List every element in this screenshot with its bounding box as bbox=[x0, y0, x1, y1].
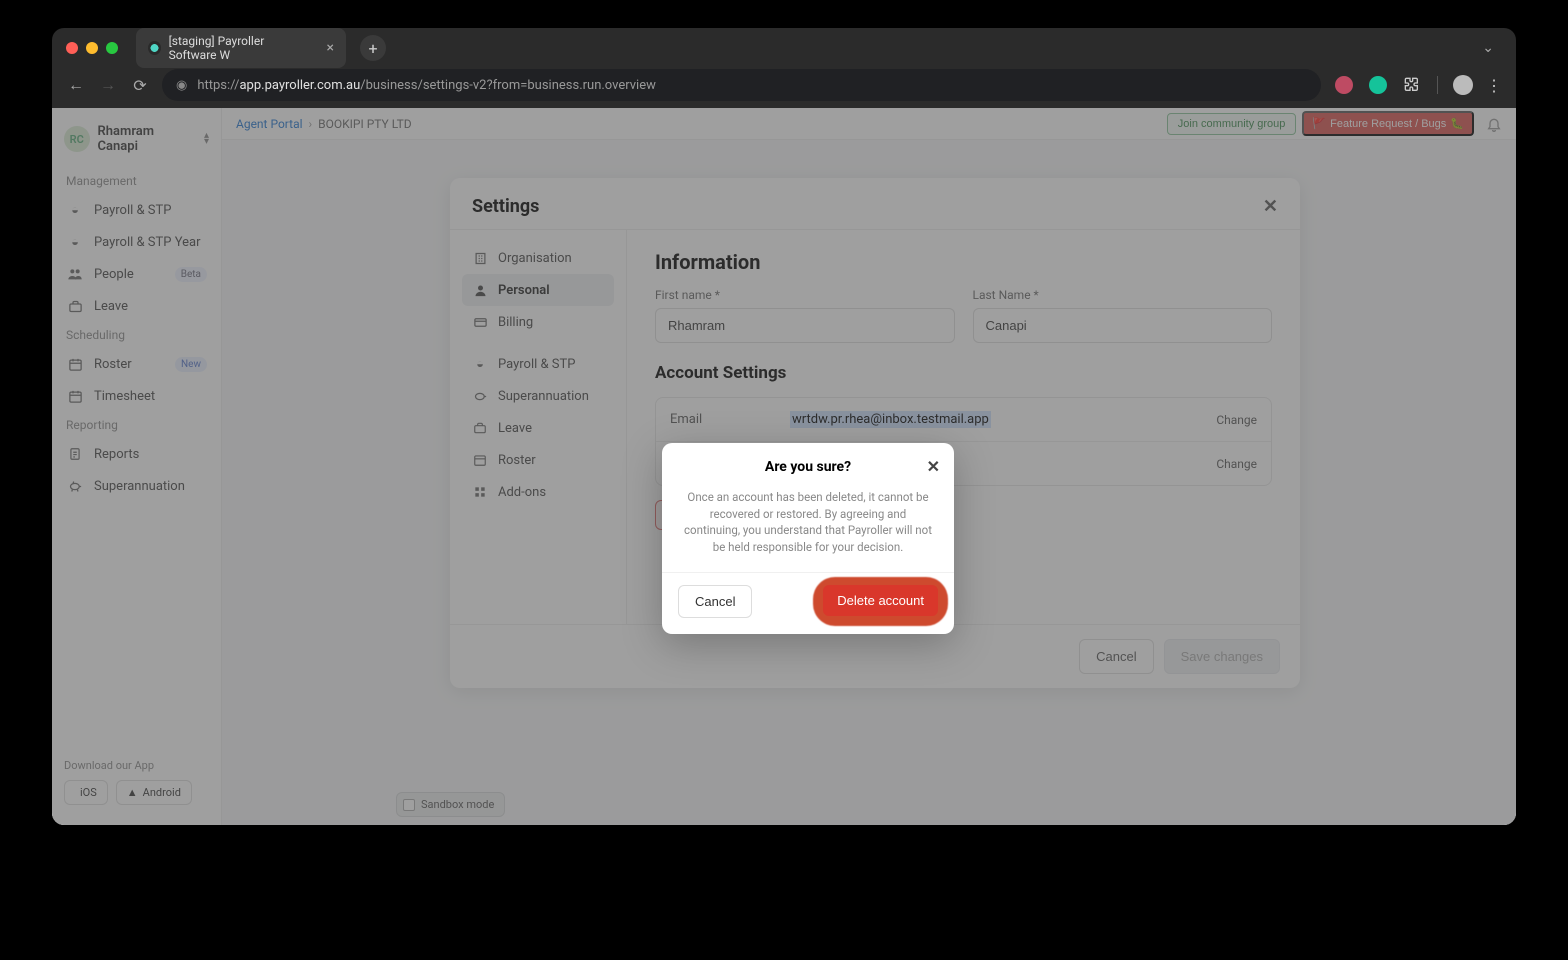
browser-window: [staging] Payroller Software W × + ⌄ ← →… bbox=[52, 28, 1516, 825]
app-shell: RC Rhamram Canapi ▴▾ Management ◒ Payrol… bbox=[52, 108, 1516, 825]
nav-back-icon[interactable]: ← bbox=[66, 75, 86, 95]
titlebar: [staging] Payroller Software W × + ⌄ bbox=[52, 28, 1516, 68]
traffic-lights bbox=[66, 42, 118, 54]
confirm-delete-modal: Are you sure? ✕ Once an account has been… bbox=[662, 443, 954, 634]
nav-reload-icon[interactable]: ⟳ bbox=[130, 76, 150, 95]
confirm-delete-button[interactable]: Delete account bbox=[823, 585, 938, 616]
confirm-title: Are you sure? bbox=[680, 459, 936, 475]
browser-toolbar: ← → ⟳ ◉ https://app.payroller.com.au/bus… bbox=[52, 68, 1516, 108]
url-bar[interactable]: ◉ https://app.payroller.com.au/business/… bbox=[162, 69, 1321, 101]
tab-favicon bbox=[148, 41, 161, 55]
new-tab-button[interactable]: + bbox=[360, 35, 386, 61]
nav-forward-icon[interactable]: → bbox=[98, 75, 118, 95]
profile-avatar-icon[interactable] bbox=[1452, 74, 1474, 96]
window-close[interactable] bbox=[66, 42, 78, 54]
browser-menu-icon[interactable]: ⋮ bbox=[1486, 76, 1502, 95]
tab-title: [staging] Payroller Software W bbox=[169, 34, 313, 62]
url-text: https://app.payroller.com.au/business/se… bbox=[197, 78, 656, 93]
window-minimize[interactable] bbox=[86, 42, 98, 54]
site-info-icon[interactable]: ◉ bbox=[176, 78, 187, 93]
tab-close-icon[interactable]: × bbox=[327, 40, 334, 56]
confirm-close-icon[interactable]: ✕ bbox=[927, 457, 940, 476]
confirm-cancel-button[interactable]: Cancel bbox=[678, 585, 752, 618]
window-maximize[interactable] bbox=[106, 42, 118, 54]
confirm-body-text: Once an account has been deleted, it can… bbox=[662, 485, 954, 572]
tabs-dropdown-icon[interactable]: ⌄ bbox=[1474, 40, 1502, 56]
grammarly-icon[interactable] bbox=[1367, 74, 1389, 96]
extension-notif-icon[interactable] bbox=[1333, 74, 1355, 96]
browser-tab[interactable]: [staging] Payroller Software W × bbox=[136, 28, 346, 68]
extensions-icon[interactable] bbox=[1401, 74, 1423, 96]
